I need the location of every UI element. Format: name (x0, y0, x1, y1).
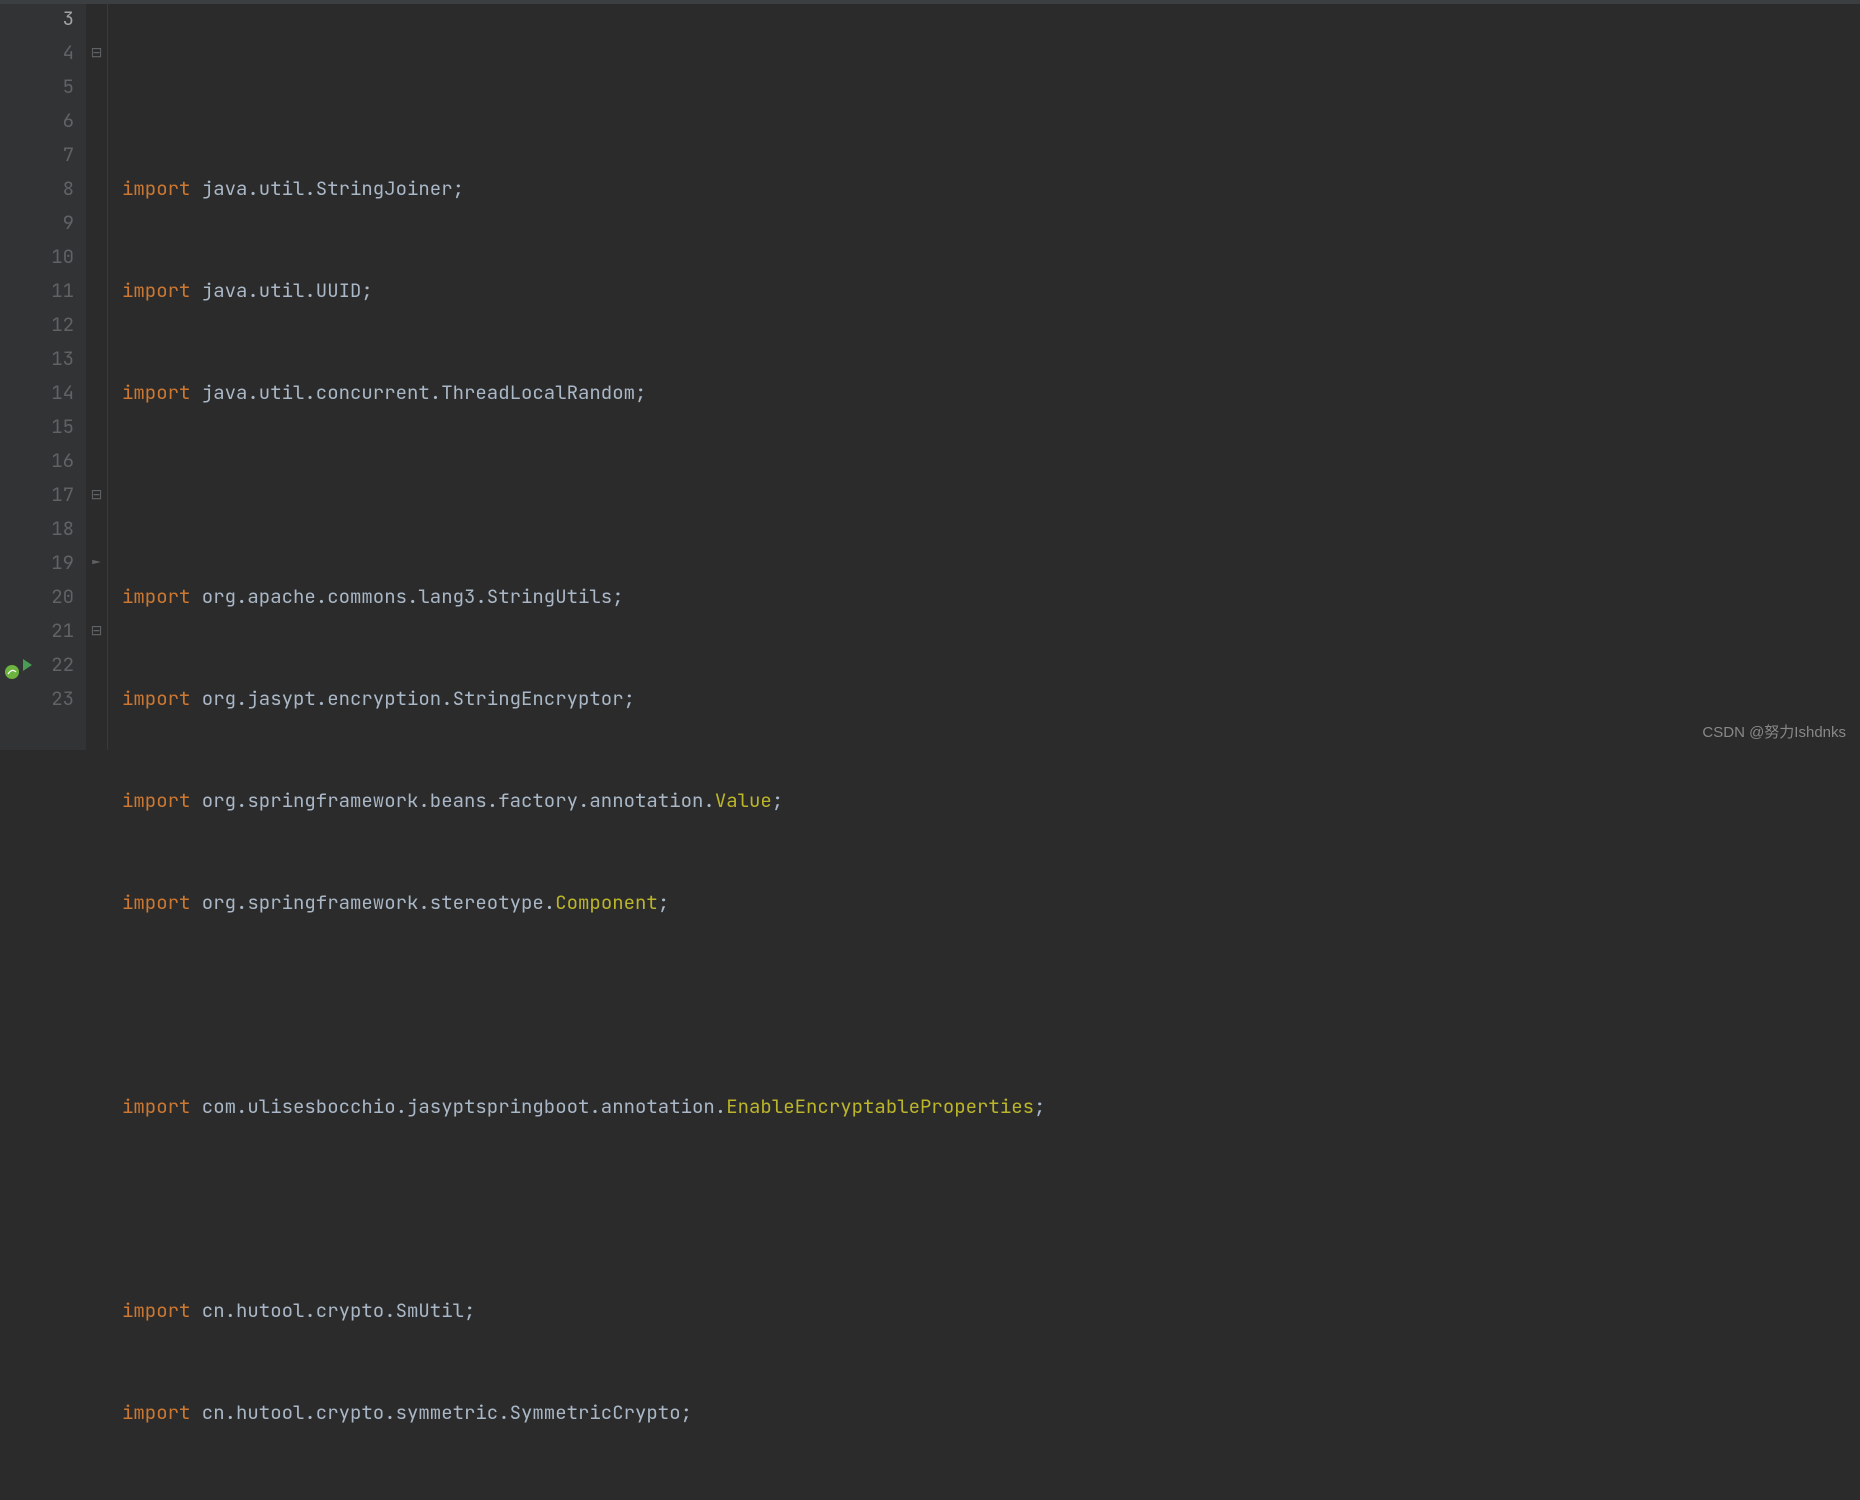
line-number[interactable]: 14 (36, 376, 74, 410)
fold-gutter: ⊟ ⊟ ► ⊟ (86, 0, 108, 750)
code-line-8[interactable]: import org.apache.commons.lang3.StringUt… (122, 580, 1860, 614)
code-line-17[interactable]: import lombok.extern.slf4j.Slf4j; (122, 1498, 1860, 1500)
line-number[interactable]: 11 (36, 274, 74, 308)
line-number[interactable]: 8 (36, 172, 74, 206)
line-number[interactable]: 5 (36, 70, 74, 104)
line-number[interactable]: 22 (36, 648, 74, 682)
line-number[interactable]: 6 (36, 104, 74, 138)
line-number[interactable]: 12 (36, 308, 74, 342)
fold-toggle-icon[interactable]: ⊟ (86, 478, 107, 512)
line-number[interactable]: 21 (36, 614, 74, 648)
code-area[interactable]: import java.util.StringJoiner; import ja… (108, 0, 1860, 750)
line-number[interactable]: 18 (36, 512, 74, 546)
line-number-gutter: 3 4 5 6 7 8 9 10 11 12 13 14 15 16 17 18… (36, 0, 86, 750)
line-number[interactable]: 20 (36, 580, 74, 614)
code-line-15[interactable]: import cn.hutool.crypto.SmUtil; (122, 1294, 1860, 1328)
fold-toggle-icon[interactable]: ⊟ (86, 36, 107, 70)
line-number[interactable]: 17 (36, 478, 74, 512)
code-line-14[interactable] (122, 1192, 1860, 1226)
line-number[interactable]: 10 (36, 240, 74, 274)
line-number[interactable]: 3 (36, 2, 74, 36)
line-number[interactable]: 9 (36, 206, 74, 240)
line-number[interactable]: 4 (36, 36, 74, 70)
code-line-10[interactable]: import org.springframework.beans.factory… (122, 784, 1860, 818)
line-number[interactable]: 7 (36, 138, 74, 172)
line-number[interactable]: 16 (36, 444, 74, 478)
code-line-13[interactable]: import com.ulisesbocchio.jasyptspringboo… (122, 1090, 1860, 1124)
line-number[interactable]: 19 (36, 546, 74, 580)
fold-toggle-icon[interactable]: ► (86, 546, 107, 580)
code-line-16[interactable]: import cn.hutool.crypto.symmetric.Symmet… (122, 1396, 1860, 1430)
run-icon[interactable] (23, 659, 32, 671)
code-line-9[interactable]: import org.jasypt.encryption.StringEncry… (122, 682, 1860, 716)
watermark: CSDN @努力Ishdnks (1702, 721, 1846, 742)
code-line-4[interactable]: import java.util.StringJoiner; (122, 172, 1860, 206)
spring-icon[interactable] (4, 657, 20, 673)
code-line-5[interactable]: import java.util.UUID; (122, 274, 1860, 308)
line-number[interactable]: 13 (36, 342, 74, 376)
code-line-6[interactable]: import java.util.concurrent.ThreadLocalR… (122, 376, 1860, 410)
line-number[interactable]: 15 (36, 410, 74, 444)
code-line-11[interactable]: import org.springframework.stereotype.Co… (122, 886, 1860, 920)
code-line-7[interactable] (122, 478, 1860, 512)
icon-gutter (0, 0, 36, 750)
top-divider (0, 0, 1860, 4)
fold-toggle-icon[interactable]: ⊟ (86, 614, 107, 648)
code-editor: 3 4 5 6 7 8 9 10 11 12 13 14 15 16 17 18… (0, 0, 1860, 750)
line-number[interactable]: 23 (36, 682, 74, 716)
code-line-12[interactable] (122, 988, 1860, 1022)
line-22-icons[interactable] (0, 648, 36, 682)
code-line-3[interactable] (122, 70, 1860, 104)
